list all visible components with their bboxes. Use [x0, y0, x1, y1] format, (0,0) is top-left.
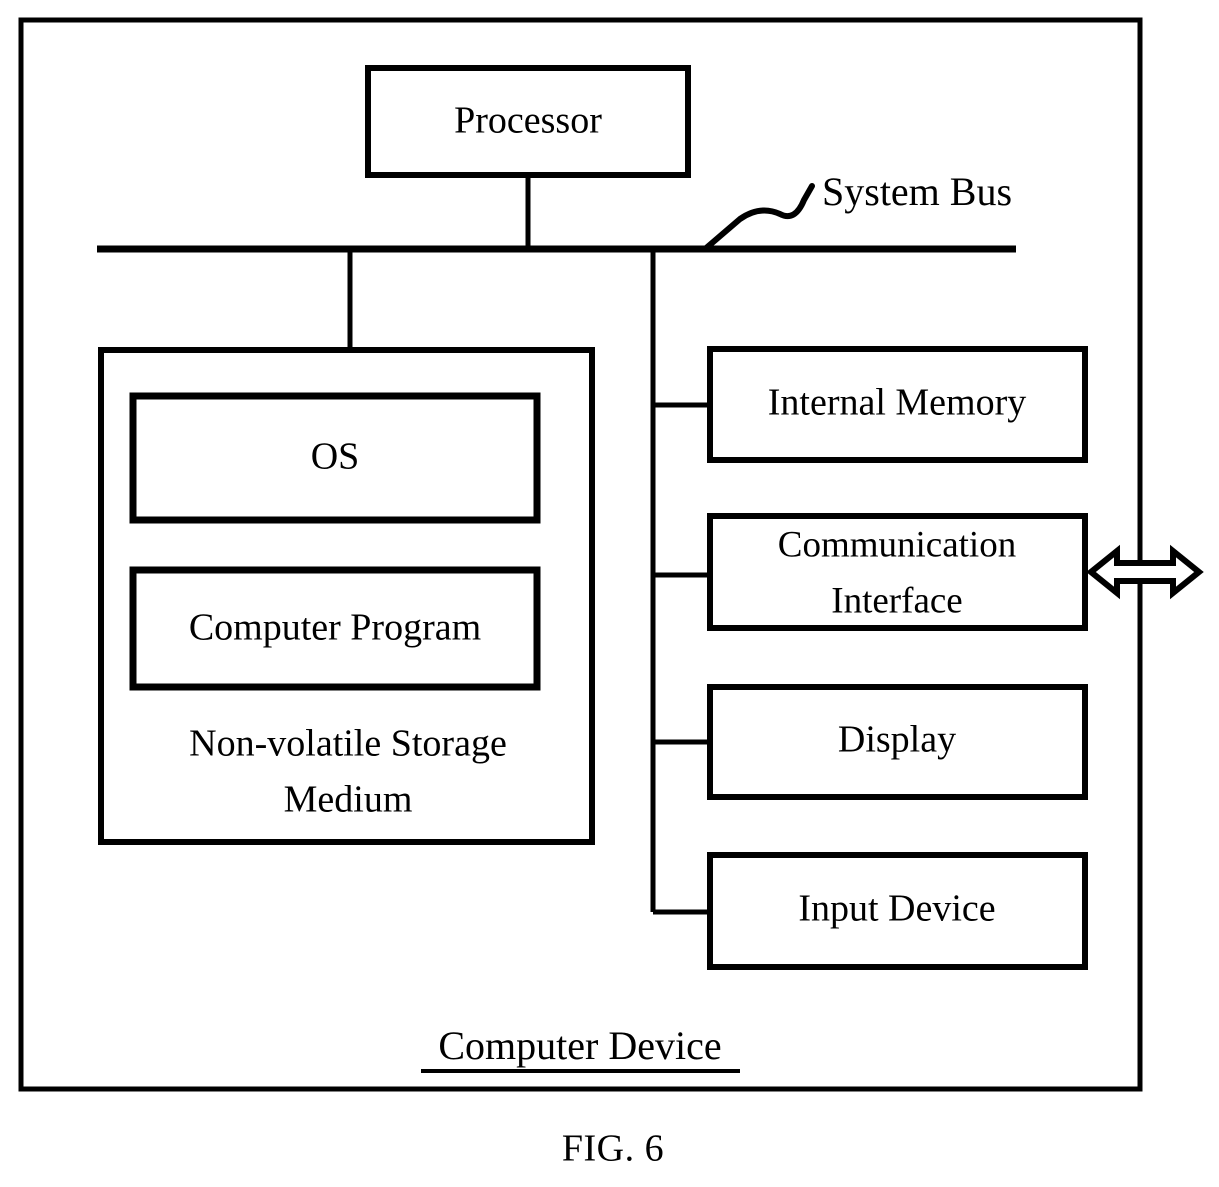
input-device-label: Input Device — [798, 888, 995, 930]
communication-interface-label-line1: Communication — [778, 524, 1016, 565]
computer-device-label: Computer Device — [438, 1023, 721, 1068]
storage-medium-label-line1: Non-volatile Storage — [189, 723, 507, 765]
figure-caption: FIG. 6 — [562, 1128, 664, 1170]
internal-memory-label: Internal Memory — [768, 382, 1027, 424]
computer-device-block-diagram: Processor System Bus OS Computer Program… — [18, 17, 1204, 1170]
system-bus-label: System Bus — [822, 169, 1012, 214]
figure-container: Processor System Bus OS Computer Program… — [0, 0, 1219, 1187]
display-label: Display — [838, 719, 956, 761]
computer-program-label: Computer Program — [189, 607, 481, 649]
processor-label: Processor — [454, 100, 602, 142]
external-communication-arrow — [1086, 544, 1204, 600]
storage-medium-label-line2: Medium — [284, 779, 413, 821]
os-label: OS — [311, 436, 360, 478]
system-bus-leader-line — [702, 183, 815, 252]
communication-interface-label-line2: Interface — [831, 580, 962, 621]
